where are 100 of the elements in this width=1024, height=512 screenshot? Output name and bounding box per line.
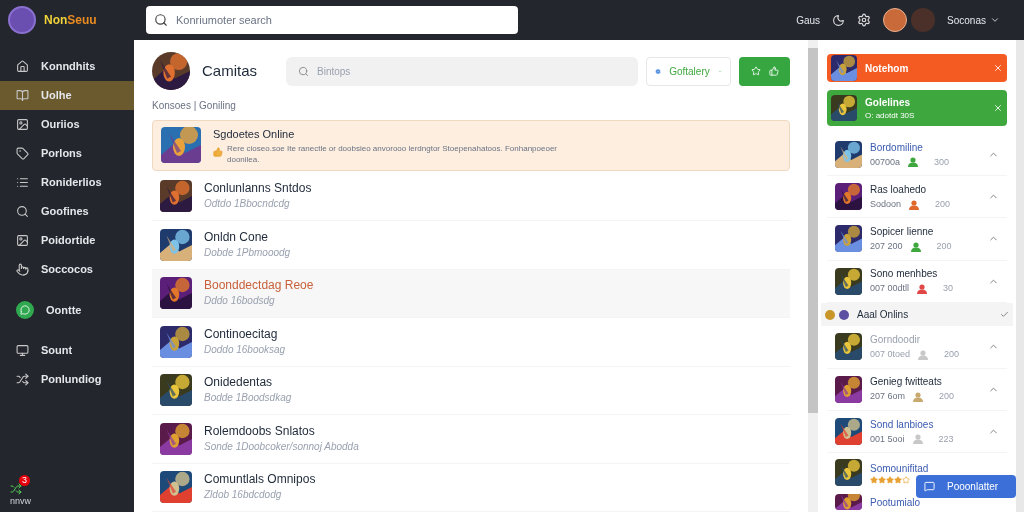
- search-input[interactable]: Konriumoter search: [176, 11, 510, 29]
- sidebar-item[interactable]: Roniderlios: [0, 168, 134, 197]
- nav-icon: [16, 118, 29, 131]
- notification-title: Notehom: [865, 61, 910, 76]
- avatar[interactable]: [8, 6, 36, 34]
- footer-label: nnvw: [10, 494, 32, 508]
- list-row[interactable]: Onldn Cone Dobde 1Pbmooodg: [152, 221, 790, 270]
- chat-icon: [924, 481, 935, 492]
- avatar[interactable]: [883, 8, 908, 32]
- feed-title: Sono menhbes: [870, 267, 939, 282]
- row-subtitle: Zldob 16bdcdodg: [204, 488, 283, 503]
- feed-title: Ras loahedo: [870, 182, 928, 197]
- feed-meta: 001 5ooi: [870, 432, 905, 446]
- scrollbar[interactable]: [808, 40, 818, 512]
- feed-title: Somounifitad: [870, 462, 929, 477]
- section-header[interactable]: Aaal Onlins: [821, 302, 1013, 327]
- sidebar-item[interactable]: Oontte: [0, 288, 134, 332]
- user-menu[interactable]: Soconas: [947, 12, 1000, 28]
- search-field[interactable]: Konriumoter search: [146, 6, 518, 34]
- row-subtitle: Odtdo 1Bbocndcdg: [204, 197, 291, 212]
- nav-icon: [16, 234, 29, 247]
- notification-badge: 3: [19, 474, 30, 486]
- chat-icon: [16, 301, 34, 319]
- feed-meta: 207 6om: [870, 390, 906, 404]
- top-link[interactable]: Gaus: [796, 12, 821, 28]
- feed-count: 200: [936, 240, 952, 254]
- row-subtitle: Bodde 1Boodsdkag: [204, 391, 292, 406]
- list-row[interactable]: Comuntlals Omnipos Zldob 16bdcdodg: [152, 463, 790, 512]
- close-icon[interactable]: [993, 63, 1003, 74]
- chat-button[interactable]: Pooonlatter: [916, 475, 1016, 498]
- page-title: Camitas: [202, 60, 258, 81]
- sidebar-item[interactable]: Poidortide: [0, 226, 134, 255]
- sidebar-item[interactable]: Soccocos: [0, 255, 134, 284]
- row-title: Rolemdoobs Snlatos: [204, 422, 316, 439]
- nav-icon: [16, 176, 29, 189]
- row-title: Continoecitag: [204, 325, 279, 342]
- scrollbar[interactable]: [1016, 40, 1024, 512]
- sidebar-item[interactable]: Ouriios: [0, 110, 134, 139]
- list-row[interactable]: Continoecitag Doddo 16booksag: [152, 318, 790, 367]
- sidebar-item[interactable]: Sount: [0, 336, 134, 365]
- sidebar-item[interactable]: Ponlundiog: [0, 365, 134, 394]
- list-row[interactable]: Conlunlanns Sntdos Odtdo 1Bbocndcdg: [152, 172, 790, 221]
- feed-count: 223: [938, 432, 954, 446]
- feed-meta: Sodoon: [870, 197, 902, 211]
- row-subtitle: Doddo 16booksag: [204, 342, 286, 357]
- list-row[interactable]: Onidedentas Bodde 1Boodsdkag: [152, 366, 790, 415]
- row-subtitle: Dobde 1Pbmooodg: [204, 245, 291, 260]
- thumbs-up-icon: [213, 146, 223, 157]
- thumbs-up-icon: [768, 66, 779, 76]
- coin-icon: [825, 309, 835, 320]
- feed-title: Bordomiline: [870, 140, 924, 155]
- feed-meta: 207 200: [870, 240, 903, 254]
- star-icon: [750, 66, 761, 76]
- feed-title: Sopicer lienne: [870, 225, 935, 240]
- settings-icon[interactable]: [857, 13, 872, 27]
- close-icon[interactable]: [993, 103, 1003, 114]
- row-subtitle: Sonde 1Doobcoker/sonnoj Abodda: [204, 439, 359, 454]
- search-input[interactable]: Bintops: [317, 63, 449, 79]
- featured-card[interactable]: Sgdoetes Online Rere cioseo.soe Ite ranectle or doobsieo anvorooo lerdngtor Stoepenahatoos. Fonhanpoeoer doonilea.: [152, 120, 790, 171]
- feed-count: 200: [939, 390, 955, 404]
- search-icon: [298, 65, 309, 77]
- caret-icon: [990, 15, 1000, 25]
- sidebar-item[interactable]: Goofines: [0, 197, 134, 226]
- sidebar-item[interactable]: Porlons: [0, 139, 134, 168]
- feed-count: 30: [943, 282, 954, 296]
- feed-title: Sond lanbioes: [870, 417, 935, 432]
- row-title: Comuntlals Omnipos: [204, 471, 316, 488]
- row-title: Conlunlanns Sntdos: [204, 180, 312, 197]
- moon-icon[interactable]: [832, 13, 846, 27]
- nav-icon: [16, 60, 29, 73]
- nav-icon: [16, 263, 29, 276]
- feed-title: Pootumialo: [870, 495, 921, 510]
- featured-title: Sgdoetes Online: [213, 127, 296, 142]
- breadcrumb: Konsoes | Goniling: [152, 99, 237, 113]
- feed-count: 200: [935, 197, 951, 211]
- nav-icon: [16, 373, 29, 386]
- check-icon: [1000, 310, 1009, 320]
- action-button[interactable]: [739, 56, 790, 86]
- list-row[interactable]: Rolemdoobs Snlatos Sonde 1Doobcoker/sonnoj Abodda: [152, 415, 790, 464]
- list-row[interactable]: Boonddectdag Reoe Dddo 16bodsdg: [152, 269, 790, 318]
- sidebar-item[interactable]: Uolhe: [0, 81, 134, 110]
- nav-icon: [16, 147, 29, 160]
- nav-icon: [16, 344, 29, 357]
- row-title: Boonddectdag Reoe: [204, 277, 314, 294]
- row-title: Onidedentas: [204, 374, 274, 391]
- row-title: Onldn Cone: [204, 228, 270, 245]
- feed-meta: 007 00dtll: [870, 282, 910, 296]
- sidebar-item[interactable]: Konndhits: [0, 52, 134, 81]
- nav-icon: [16, 89, 29, 102]
- search-icon: [154, 13, 168, 27]
- search-field[interactable]: Bintops: [286, 56, 638, 86]
- feed-meta: 007 0toed: [870, 348, 911, 362]
- feed-meta: 00700a: [870, 155, 901, 169]
- nav-icon: [16, 205, 29, 218]
- feed-count: 200: [944, 348, 960, 362]
- notification-title: Golelines: [865, 95, 911, 110]
- feed-count: 300: [934, 155, 950, 169]
- featured-description: Rere cioseo.soe Ite ranectle or doobsieo anvorooo lerdngtor Stoepenahatoos. Fonhanpoeoer doonilea.: [227, 142, 558, 165]
- notification-meta: O: adotdt 30S: [865, 109, 916, 122]
- feed-title: Gorndoodir: [870, 333, 922, 348]
